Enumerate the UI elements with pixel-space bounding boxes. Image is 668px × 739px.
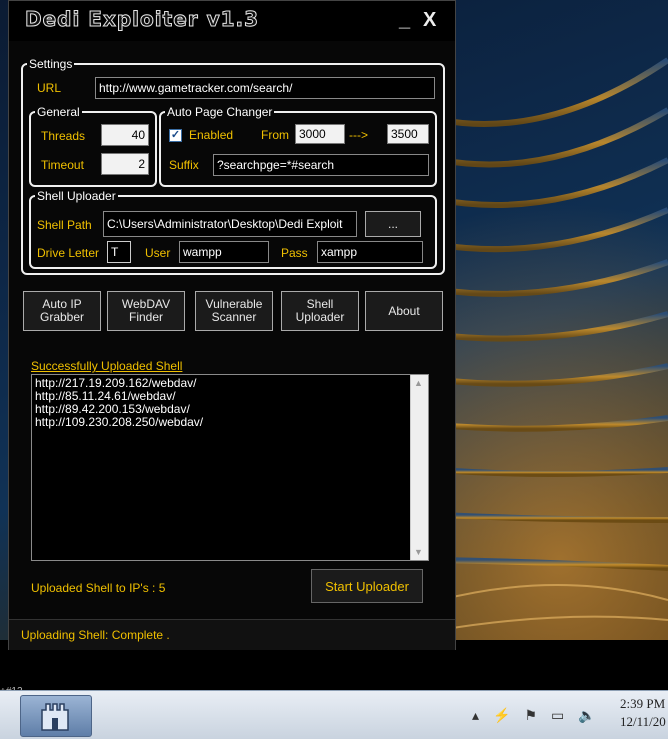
app-window: Dedi Exploiter v1.3 _ X Settings URL Gen… [8, 0, 456, 650]
settings-legend: Settings [29, 57, 73, 71]
browse-button[interactable]: ... [365, 211, 421, 237]
range-arrow: ---> [349, 128, 368, 142]
monitor-icon[interactable]: ▭ [551, 707, 564, 724]
desktop-wallpaper-bridge [440, 57, 668, 631]
title-bar[interactable]: Dedi Exploiter v1.3 _ X [9, 1, 455, 41]
pass-label: Pass [281, 246, 308, 260]
enabled-checkbox[interactable]: ✓ [169, 129, 182, 142]
status-bar: Uploading Shell: Complete . [9, 619, 455, 650]
threads-input[interactable] [101, 124, 149, 146]
up-arrow-icon[interactable]: ▴ [472, 707, 479, 724]
network-icon[interactable]: ⚡ [493, 707, 510, 724]
suffix-label: Suffix [169, 158, 199, 172]
timeout-label: Timeout [41, 158, 84, 172]
enabled-label: Enabled [189, 128, 234, 142]
scroll-down-icon[interactable]: ▼ [414, 547, 423, 557]
taskbar: ▴ ⚡ ⚑ ▭ 🔈 2:39 PM 12/11/20 [0, 690, 668, 739]
timeout-input[interactable] [101, 153, 149, 175]
window-title: Dedi Exploiter v1.3 [24, 7, 260, 32]
shell-uploader-button[interactable]: Shell Uploader [281, 291, 359, 331]
shell-path-label: Shell Path [37, 218, 92, 232]
user-input[interactable] [179, 241, 269, 263]
start-uploader-button[interactable]: Start Uploader [311, 569, 423, 603]
uploaded-count: Uploaded Shell to IP's : 5 [31, 581, 166, 595]
system-tray: ▴ ⚡ ⚑ ▭ 🔈 [472, 703, 596, 727]
threads-label: Threads [41, 129, 86, 143]
url-label: URL [37, 81, 62, 95]
to-input[interactable] [387, 124, 429, 144]
flag-icon[interactable]: ⚑ [524, 707, 537, 724]
auto-ip-grabber-button[interactable]: Auto IP Grabber [23, 291, 101, 331]
volume-icon[interactable]: 🔈 [578, 707, 595, 724]
taskbar-app-button[interactable] [20, 695, 92, 737]
shell-uploader-legend: Shell Uploader [37, 189, 116, 203]
vertical-scrollbar[interactable]: ▲ ▼ [410, 375, 428, 560]
clock-time: 2:39 PM [620, 696, 666, 711]
auto-page-changer-legend: Auto Page Changer [167, 105, 273, 119]
pass-input[interactable] [317, 241, 423, 263]
list-item[interactable]: http://109.230.208.250/webdav/ [32, 416, 410, 429]
general-legend: General [37, 105, 80, 119]
clock-date: 12/11/20 [620, 714, 666, 729]
webdav-finder-button[interactable]: WebDAV Finder [107, 291, 185, 331]
suffix-input[interactable] [213, 154, 429, 176]
drive-letter-input[interactable] [107, 241, 131, 263]
results-heading: Successfully Uploaded Shell [31, 359, 183, 373]
scroll-up-icon[interactable]: ▲ [414, 378, 423, 388]
castle-icon [41, 703, 69, 731]
uploaded-shell-list[interactable]: http://217.19.209.162/webdav/ http://85.… [31, 374, 429, 561]
status-text: Uploading Shell: Complete . [21, 628, 170, 642]
shell-path-input[interactable] [103, 211, 357, 237]
minimize-button[interactable]: _ [399, 9, 410, 32]
about-button[interactable]: About [365, 291, 443, 331]
user-label: User [145, 246, 171, 260]
close-button[interactable]: X [423, 9, 436, 32]
uploaded-shell-list-body: http://217.19.209.162/webdav/ http://85.… [32, 377, 410, 429]
clock[interactable]: 2:39 PM 12/11/20 [620, 695, 668, 731]
vulnerable-scanner-button[interactable]: Vulnerable Scanner [195, 291, 273, 331]
drive-letter-label: Drive Letter [37, 246, 100, 260]
url-input[interactable] [95, 77, 435, 99]
from-label: From [261, 128, 289, 142]
from-input[interactable] [295, 124, 345, 144]
